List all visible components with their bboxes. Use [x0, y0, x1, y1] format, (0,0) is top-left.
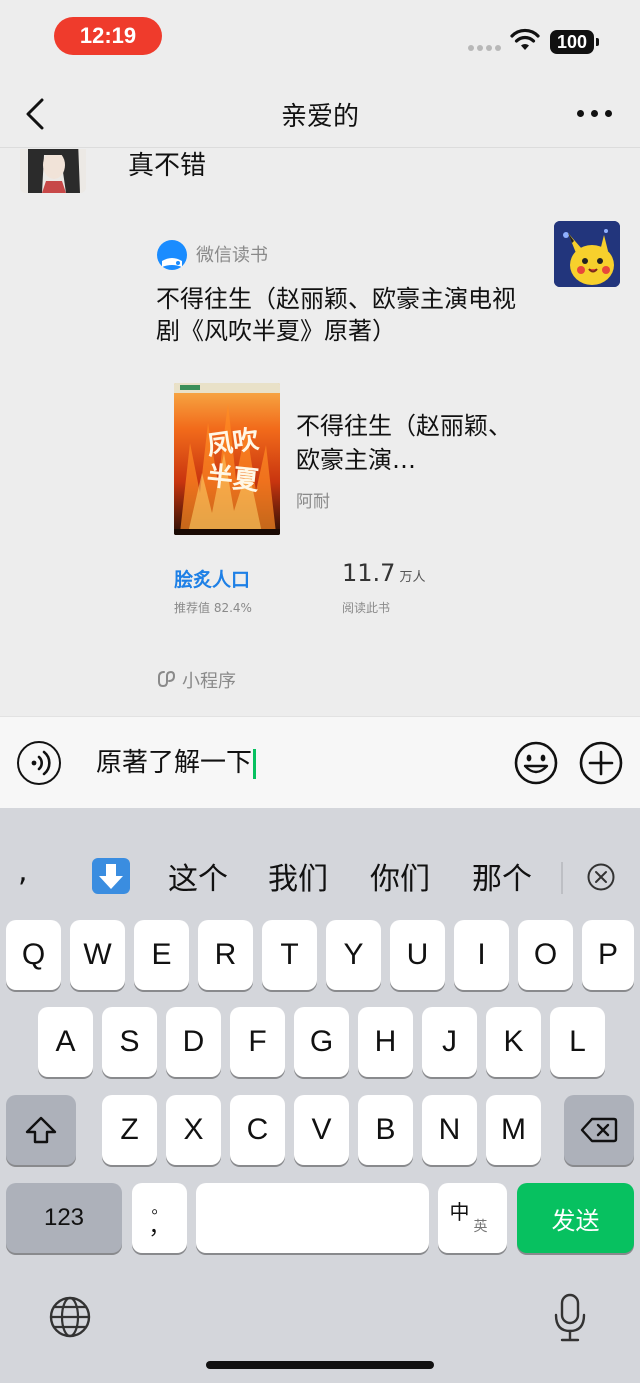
- keyboard-bottom-row: [0, 1273, 640, 1383]
- voice-wave-icon: [31, 750, 51, 776]
- wifi-icon: [510, 28, 540, 50]
- status-time: 12:19: [54, 17, 162, 55]
- nav-bar: 亲爱的: [0, 80, 640, 148]
- key-d[interactable]: D: [166, 1007, 221, 1077]
- chat-area[interactable]: 真不错 微信读书 不得往生（赵丽颖、欧豪主演电视剧《风吹半夏》原著） 凤吹 半夏…: [0, 149, 640, 716]
- shift-arrow-icon: [25, 1116, 57, 1144]
- weread-logo-icon: [157, 240, 187, 270]
- read-count-number: 11.7: [342, 559, 396, 587]
- key-k[interactable]: K: [486, 1007, 541, 1077]
- microphone-icon[interactable]: [552, 1293, 588, 1343]
- recommend-label: 脍炙人口: [174, 569, 251, 591]
- miniprogram-link-icon: [158, 670, 176, 688]
- down-arrow-icon[interactable]: [92, 858, 130, 894]
- language-key-main: 中: [449, 1201, 470, 1224]
- shift-key[interactable]: [6, 1095, 76, 1165]
- status-bar: 12:19 100: [0, 0, 640, 80]
- more-icon[interactable]: [577, 110, 612, 117]
- candidate-word[interactable]: 你们: [370, 854, 430, 898]
- svg-text:半夏: 半夏: [205, 461, 261, 496]
- key-h[interactable]: H: [358, 1007, 413, 1077]
- key-l[interactable]: L: [550, 1007, 605, 1077]
- candidate-bar: , 这个 我们 你们 那个: [0, 808, 640, 908]
- candidate-comma[interactable]: ,: [18, 854, 28, 889]
- key-w[interactable]: W: [70, 920, 125, 990]
- backspace-icon: [580, 1117, 618, 1143]
- battery-tip-icon: [596, 38, 599, 46]
- candidate-word[interactable]: 那个: [472, 854, 532, 898]
- key-p[interactable]: P: [582, 920, 634, 990]
- punctuation-key-main: ，: [148, 1214, 171, 1239]
- message-input-value: 原著了解一下: [96, 748, 253, 778]
- key-i[interactable]: I: [454, 920, 509, 990]
- key-b[interactable]: B: [358, 1095, 413, 1165]
- battery-indicator: 100: [550, 30, 594, 54]
- key-m[interactable]: M: [486, 1095, 541, 1165]
- emoji-icon[interactable]: [513, 740, 559, 786]
- book-title: 不得往生（赵丽颖、欧豪主演…: [296, 412, 512, 474]
- numbers-key[interactable]: 123: [6, 1183, 122, 1253]
- punctuation-key[interactable]: 。 ，: [132, 1183, 187, 1253]
- delete-key[interactable]: [564, 1095, 634, 1165]
- keyboard: , 这个 我们 你们 那个 Q W E R T Y U I O P A S D …: [0, 808, 640, 1383]
- key-v[interactable]: V: [294, 1095, 349, 1165]
- key-u[interactable]: U: [390, 920, 445, 990]
- home-indicator: [206, 1361, 434, 1369]
- text-caret: [253, 748, 257, 779]
- input-bar: 原著了解一下: [0, 716, 640, 808]
- send-key[interactable]: 发送: [517, 1183, 634, 1253]
- key-g[interactable]: G: [294, 1007, 349, 1077]
- key-c[interactable]: C: [230, 1095, 285, 1165]
- close-circle-icon[interactable]: [586, 862, 616, 892]
- key-z[interactable]: Z: [102, 1095, 157, 1165]
- candidate-word[interactable]: 这个: [168, 854, 228, 898]
- candidate-divider: [561, 862, 563, 894]
- key-t[interactable]: T: [262, 920, 317, 990]
- chat-title: 亲爱的: [280, 102, 359, 132]
- book-author: 阿耐: [296, 492, 330, 512]
- key-r[interactable]: R: [198, 920, 253, 990]
- key-j[interactable]: J: [422, 1007, 477, 1077]
- key-o[interactable]: O: [518, 920, 573, 990]
- read-count-unit: 万人: [399, 570, 426, 585]
- read-count: 11.7 万人: [342, 559, 425, 587]
- recommend-value: 推荐值 82.4%: [174, 601, 252, 615]
- plus-icon[interactable]: [578, 740, 624, 786]
- read-count-label: 阅读此书: [342, 601, 391, 615]
- book-cover-image: 凤吹 半夏: [174, 383, 280, 535]
- miniprogram-card[interactable]: 微信读书 不得往生（赵丽颖、欧豪主演电视剧《风吹半夏》原著） 凤吹 半夏 不得往…: [136, 219, 540, 699]
- globe-icon[interactable]: [48, 1295, 92, 1339]
- miniprogram-title: 不得往生（赵丽颖、欧豪主演电视剧《风吹半夏》原著）: [156, 285, 516, 345]
- key-q[interactable]: Q: [6, 920, 61, 990]
- message-input[interactable]: 原著了解一下: [80, 731, 500, 795]
- contact-avatar[interactable]: [20, 149, 86, 193]
- key-x[interactable]: X: [166, 1095, 221, 1165]
- miniprogram-footer-label: 小程序: [182, 671, 236, 692]
- space-key[interactable]: [196, 1183, 429, 1253]
- key-n[interactable]: N: [422, 1095, 477, 1165]
- key-y[interactable]: Y: [326, 920, 381, 990]
- miniprogram-source: 微信读书: [196, 245, 268, 266]
- language-key-sub: 英: [473, 1218, 488, 1234]
- my-avatar[interactable]: [554, 221, 620, 287]
- candidate-word[interactable]: 我们: [268, 854, 328, 898]
- key-a[interactable]: A: [38, 1007, 93, 1077]
- key-f[interactable]: F: [230, 1007, 285, 1077]
- voice-input-button[interactable]: [17, 741, 61, 785]
- key-e[interactable]: E: [134, 920, 189, 990]
- message-text: 真不错: [128, 151, 207, 181]
- cellular-signal-icon: [468, 45, 501, 51]
- key-s[interactable]: S: [102, 1007, 157, 1077]
- language-switch-key[interactable]: 中 英: [438, 1183, 507, 1253]
